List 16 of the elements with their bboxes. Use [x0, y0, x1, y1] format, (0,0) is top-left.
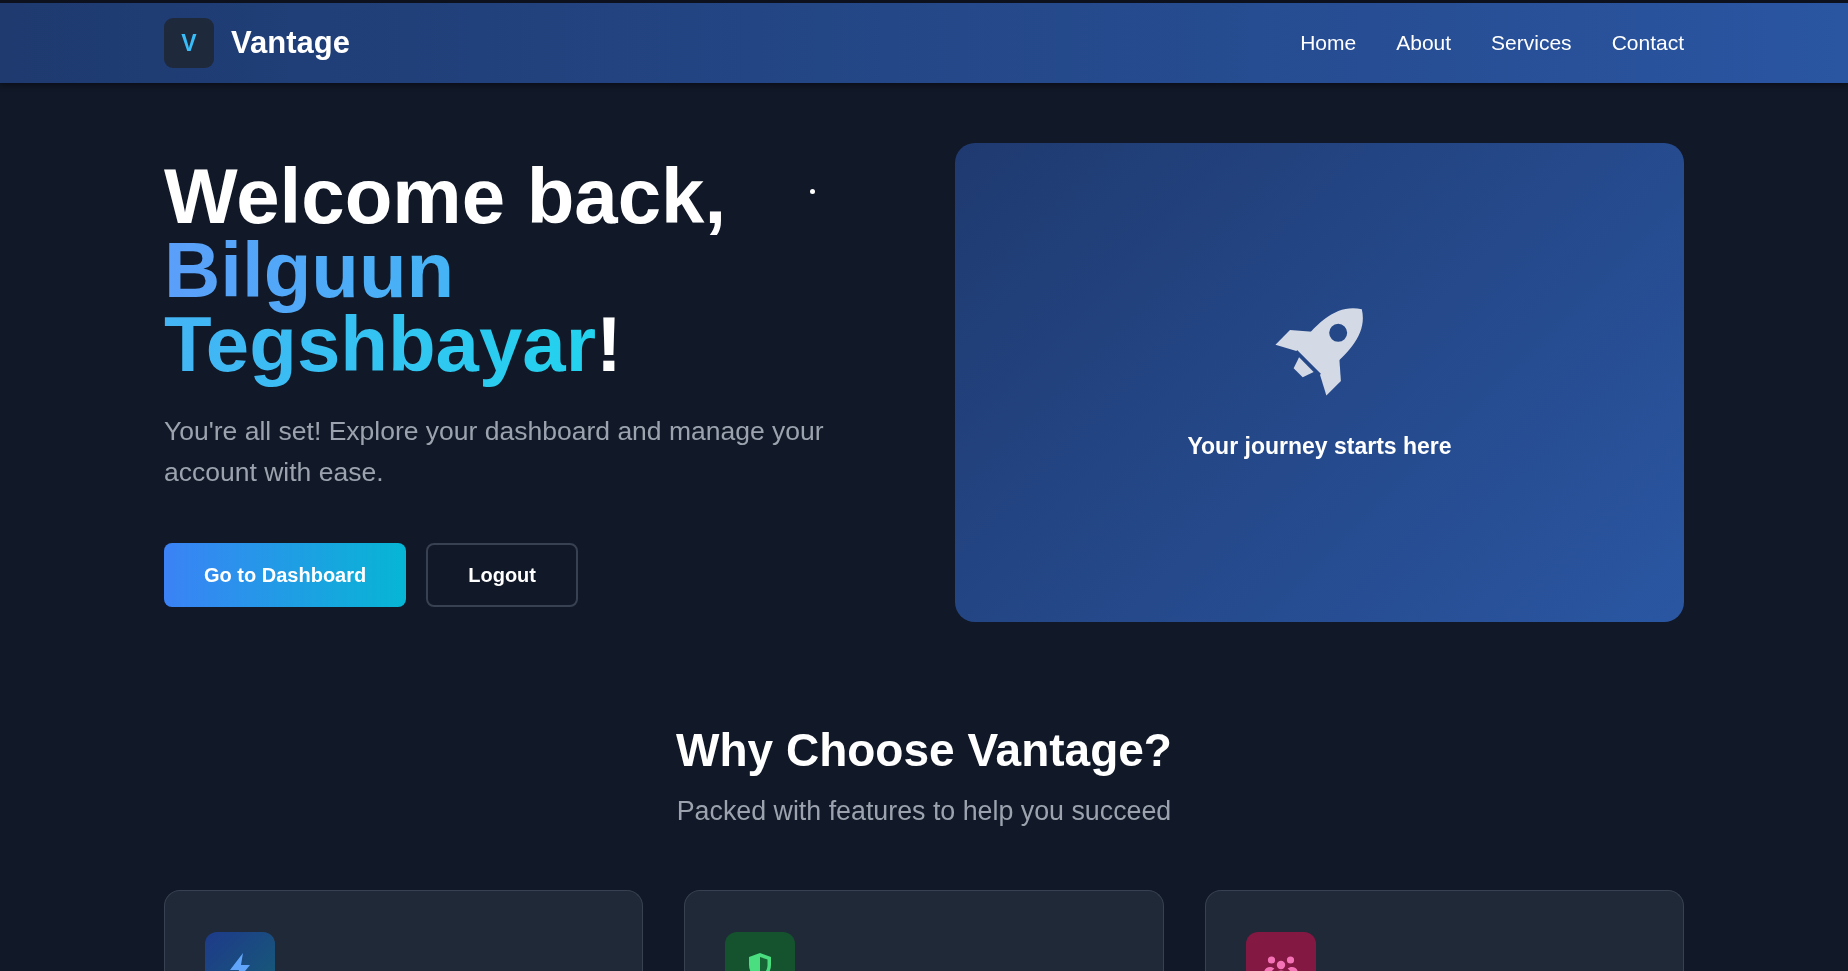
section-title: Why Choose Vantage? [675, 723, 1173, 778]
people-icon [1245, 932, 1316, 971]
card-caption: Your journey starts here [1187, 432, 1452, 460]
shield-icon [725, 932, 796, 971]
logo-mark[interactable]: V [164, 18, 214, 68]
section-subtitle: Packed with features to help you succeed [675, 795, 1173, 828]
lightning-icon [205, 932, 275, 971]
nav-link[interactable]: About [1396, 31, 1452, 55]
rocket-icon [1274, 305, 1365, 396]
nav-link[interactable]: Contact [1611, 31, 1684, 55]
intro-text: You're all set! Explore your dashboard and manage your account with ease. [164, 415, 825, 489]
dot-icon [810, 189, 815, 194]
brand-name[interactable]: Vantage [231, 25, 350, 61]
nav-link[interactable]: Home [1300, 31, 1357, 55]
outline-button[interactable]: Logout [426, 543, 578, 607]
nav-link[interactable]: Services [1491, 31, 1572, 55]
